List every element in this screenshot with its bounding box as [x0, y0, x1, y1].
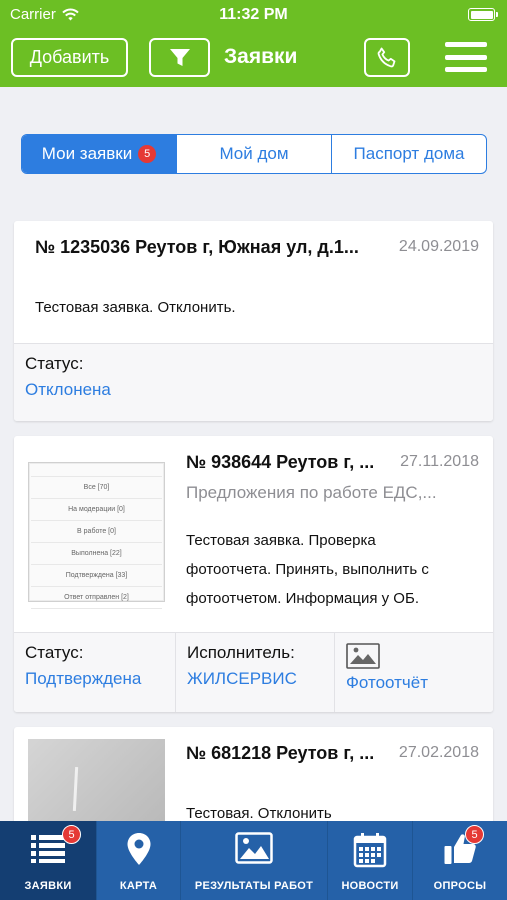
status-block: Статус: Подтверждена: [14, 633, 175, 712]
request-date: 27.11.2018: [400, 453, 479, 470]
request-description: Тестовая заявка. Проверка фотоотчета. Пр…: [186, 526, 429, 613]
request-title: № 1235036 Реутов г, Южная ул, д.1...: [35, 237, 359, 257]
description-line: фотоотчета. Принять, выполнить с: [186, 561, 429, 578]
thumb-item: Подтверждена [33]: [31, 565, 162, 587]
thumb-item: В работе [0]: [31, 521, 162, 543]
page-title: Заявки: [224, 45, 298, 68]
menu-button[interactable]: [445, 42, 487, 72]
card-footer: Статус: Подтверждена Исполнитель: ЖИЛСЕР…: [14, 632, 493, 712]
card-footer: Статус: Отклонена: [14, 343, 493, 421]
request-title: № 681218 Реутов г, ...: [186, 743, 375, 763]
photo-report-label: Фотоотчёт: [346, 673, 429, 692]
request-description: Тестовая заявка. Отклонить.: [35, 299, 236, 316]
segment-label: Мой дом: [219, 144, 289, 163]
tab-label: ОПРОСЫ: [433, 880, 487, 892]
add-request-button[interactable]: Добавить: [11, 38, 128, 77]
list-icon: [31, 835, 65, 863]
status-label: Статус:: [25, 354, 84, 373]
photo-report-link[interactable]: Фотоотчёт: [334, 633, 493, 712]
request-thumbnail[interactable]: Все [70] На модерации [0] В работе [0] В…: [28, 462, 165, 609]
description-line: Тестовая заявка. Проверка: [186, 532, 376, 549]
tab-label: НОВОСТИ: [341, 880, 399, 892]
image-icon: [346, 643, 380, 669]
menu-bar: [445, 42, 487, 47]
thumb-item: На модерации [0]: [31, 499, 162, 521]
thumbnail-photo: [28, 739, 165, 827]
thumbnail-list: Все [70] На модерации [0] В работе [0] В…: [31, 463, 162, 609]
menu-bar: [445, 54, 487, 60]
filter-button[interactable]: [149, 38, 210, 77]
clock: 11:32 PM: [219, 6, 288, 23]
thumb-item: Ответ отправлен [2]: [31, 587, 162, 609]
segment-house-passport[interactable]: Паспорт дома: [331, 135, 486, 173]
segmented-control: Мои заявки 5 Мой дом Паспорт дома: [21, 134, 487, 174]
thumb-item: Все [70]: [31, 477, 162, 499]
tab-map[interactable]: КАРТА: [96, 821, 180, 900]
tab-requests[interactable]: 5 ЗАЯВКИ: [0, 821, 96, 900]
calendar-icon: [353, 833, 387, 868]
request-title: № 938644 Реутов г, ...: [186, 452, 375, 472]
executor-label: Исполнитель:: [187, 643, 295, 662]
request-card[interactable]: № 681218 Реутов г, ... 27.02.2018 Тестов…: [14, 727, 493, 827]
tab-news[interactable]: НОВОСТИ: [327, 821, 412, 900]
tab-polls[interactable]: 5 ОПРОСЫ: [412, 821, 507, 900]
tab-label: КАРТА: [119, 880, 158, 892]
segment-my-house[interactable]: Мой дом: [176, 135, 331, 173]
segment-my-requests[interactable]: Мои заявки 5: [22, 135, 176, 173]
battery-icon: [468, 8, 498, 21]
segment-label: Мои заявки: [41, 144, 133, 163]
request-card[interactable]: № 1235036 Реутов г, Южная ул, д.1... 24.…: [14, 221, 493, 421]
tab-badge: 5: [465, 825, 484, 844]
status-value: Подтверждена: [25, 669, 142, 688]
tab-badge: 5: [62, 825, 81, 844]
executor-block: Исполнитель: ЖИЛСЕРВИС: [175, 633, 334, 712]
tab-bar: 5 ЗАЯВКИ КАРТА РЕЗУЛЬТАТЫ РАБОТ НОВОСТИ: [0, 821, 507, 900]
tab-label: РЕЗУЛЬТАТЫ РАБОТ: [194, 880, 314, 892]
image-icon: [235, 832, 273, 864]
app-header: Carrier 11:32 PM Добавить Заявки: [0, 0, 507, 87]
request-thumbnail[interactable]: [28, 739, 165, 827]
executor-value: ЖИЛСЕРВИС: [187, 669, 297, 688]
map-pin-icon: [127, 833, 150, 865]
description-line: фотоотчетом. Информация у ОБ.: [186, 590, 419, 607]
segment-label: Паспорт дома: [353, 144, 465, 163]
filter-icon: [169, 48, 190, 66]
tab-label: ЗАЯВКИ: [24, 880, 72, 892]
thumb-item: Выполнена [22]: [31, 543, 162, 565]
thumb-item: [31, 463, 162, 477]
request-card[interactable]: Все [70] На модерации [0] В работе [0] В…: [14, 436, 493, 712]
status-bar: Carrier 11:32 PM: [0, 0, 507, 30]
tab-work-results[interactable]: РЕЗУЛЬТАТЫ РАБОТ: [180, 821, 327, 900]
status-label: Статус:: [25, 643, 84, 662]
status-block: Статус: Отклонена: [14, 344, 493, 421]
call-button[interactable]: [364, 38, 410, 77]
menu-bar: [445, 67, 487, 72]
phone-icon: [377, 47, 396, 67]
request-date: 24.09.2019: [398, 238, 479, 255]
status-value: Отклонена: [25, 380, 111, 399]
request-category: Предложения по работе ЕДС,...: [186, 483, 437, 502]
count-badge: 5: [138, 145, 157, 163]
request-date: 27.02.2018: [398, 744, 479, 761]
